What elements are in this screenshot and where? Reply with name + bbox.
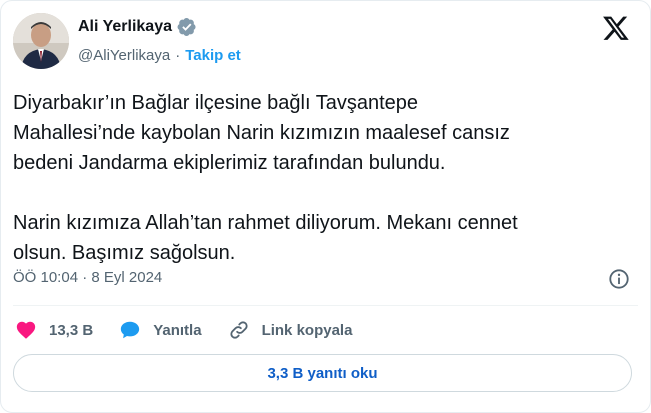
tweet-timestamp[interactable]: ÖÖ 10:04 · 8 Eyl 2024 — [13, 269, 162, 286]
copy-link-label: Link kopyala — [261, 321, 353, 339]
author-name[interactable]: Ali Yerlikaya — [78, 18, 172, 36]
tweet-text: Diyarbakır’ın Bağlar ilçesine bağlı Tavş… — [13, 92, 518, 264]
x-logo-icon[interactable] — [602, 14, 630, 42]
heart-icon — [16, 321, 36, 339]
verified-badge-icon — [177, 17, 197, 37]
reply-icon — [121, 321, 140, 339]
reply-button[interactable]: Yanıtla — [119, 319, 202, 341]
follow-button[interactable]: Takip et — [185, 47, 241, 64]
author-name-row: Ali Yerlikaya — [78, 17, 197, 37]
info-icon[interactable] — [608, 268, 630, 290]
reply-label: Yanıtla — [153, 321, 202, 339]
divider — [13, 305, 638, 306]
read-replies-button[interactable]: 3,3 B yanıtı oku — [13, 354, 632, 392]
action-bar: 13,3 B Yanıtla Link kopyala — [15, 319, 378, 341]
separator-dot: · — [175, 47, 181, 64]
copy-link-button[interactable]: Link kopyala — [228, 319, 353, 341]
author-handle-row: @AliYerlikaya · Takip et — [78, 47, 241, 64]
link-icon — [229, 321, 248, 339]
tweet-embed-card: Ali Yerlikaya @AliYerlikaya · Takip et D… — [0, 0, 651, 413]
avatar[interactable] — [13, 13, 69, 69]
like-button[interactable]: 13,3 B — [15, 319, 93, 341]
like-count: 13,3 B — [49, 321, 94, 339]
author-handle[interactable]: @AliYerlikaya — [78, 47, 170, 64]
